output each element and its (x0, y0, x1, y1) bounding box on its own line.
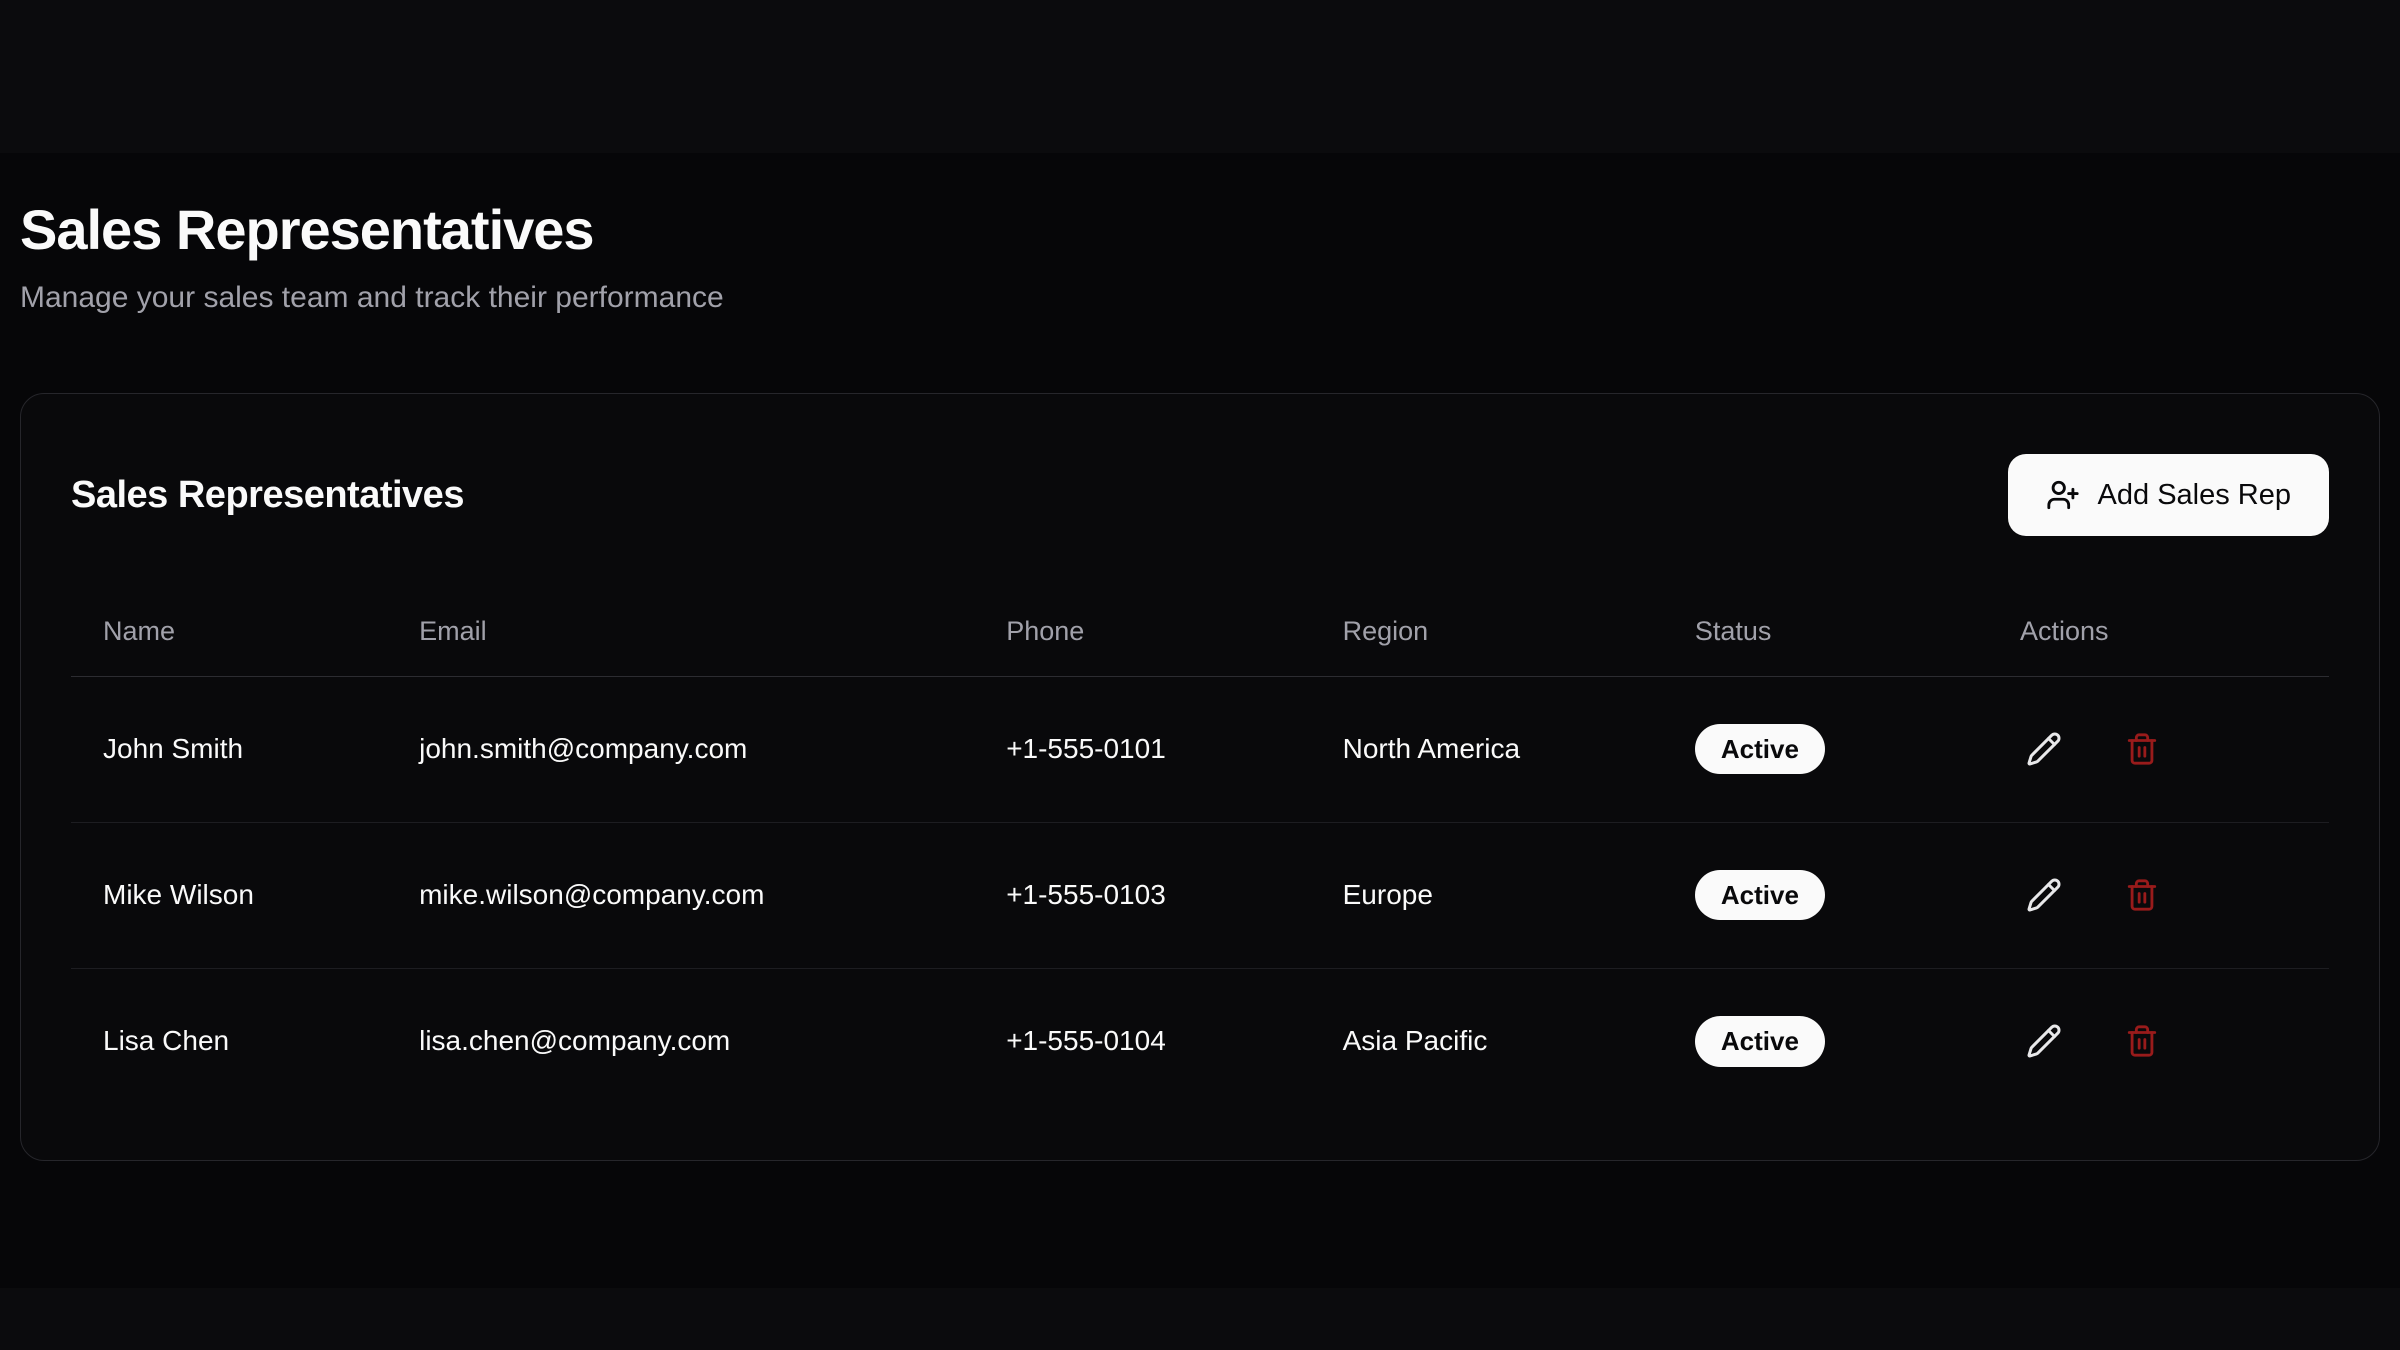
edit-button[interactable] (2020, 1017, 2068, 1065)
column-header-name: Name (71, 588, 387, 676)
pencil-icon (2026, 1023, 2062, 1059)
rep-email: john.smith@company.com (387, 676, 974, 822)
main-content: Sales Representatives Manage your sales … (0, 0, 2400, 1161)
add-sales-rep-button[interactable]: Add Sales Rep (2008, 454, 2329, 536)
rep-email: lisa.chen@company.com (387, 968, 974, 1114)
page-title: Sales Representatives (20, 196, 2380, 263)
sales-reps-table: Name Email Phone Region Status Actions J… (71, 588, 2329, 1114)
column-header-region: Region (1311, 588, 1663, 676)
status-badge: Active (1695, 1016, 1825, 1067)
table-header-row: Name Email Phone Region Status Actions (71, 588, 2329, 676)
edit-button[interactable] (2020, 725, 2068, 773)
page: Sales Representatives Manage your sales … (0, 0, 2400, 1350)
user-plus-icon (2046, 478, 2080, 512)
column-header-actions: Actions (1988, 588, 2329, 676)
page-subtitle: Manage your sales team and track their p… (20, 281, 2380, 315)
table-row: Mike Wilson mike.wilson@company.com +1-5… (71, 822, 2329, 968)
rep-region: Europe (1311, 822, 1663, 968)
rep-phone: +1-555-0103 (974, 822, 1310, 968)
rep-email: mike.wilson@company.com (387, 822, 974, 968)
column-header-phone: Phone (974, 588, 1310, 676)
table-row: Lisa Chen lisa.chen@company.com +1-555-0… (71, 968, 2329, 1114)
edit-button[interactable] (2020, 871, 2068, 919)
status-badge: Active (1695, 870, 1825, 921)
delete-button[interactable] (2118, 871, 2166, 919)
pencil-icon (2026, 877, 2062, 913)
trash-icon (2125, 878, 2159, 912)
trash-icon (2125, 1024, 2159, 1058)
delete-button[interactable] (2118, 1017, 2166, 1065)
rep-region: North America (1311, 676, 1663, 822)
table-row: John Smith john.smith@company.com +1-555… (71, 676, 2329, 822)
rep-phone: +1-555-0101 (974, 676, 1310, 822)
status-badge: Active (1695, 724, 1825, 775)
trash-icon (2125, 732, 2159, 766)
bottom-background-band (0, 1288, 2400, 1350)
rep-phone: +1-555-0104 (974, 968, 1310, 1114)
rep-name: Mike Wilson (71, 822, 387, 968)
rep-name: Lisa Chen (71, 968, 387, 1114)
column-header-status: Status (1663, 588, 1988, 676)
card-title: Sales Representatives (71, 474, 464, 517)
delete-button[interactable] (2118, 725, 2166, 773)
sales-reps-card: Sales Representatives Add Sales Rep (20, 393, 2380, 1161)
rep-name: John Smith (71, 676, 387, 822)
pencil-icon (2026, 731, 2062, 767)
column-header-email: Email (387, 588, 974, 676)
card-header: Sales Representatives Add Sales Rep (71, 454, 2329, 536)
add-sales-rep-label: Add Sales Rep (2098, 479, 2291, 512)
rep-region: Asia Pacific (1311, 968, 1663, 1114)
